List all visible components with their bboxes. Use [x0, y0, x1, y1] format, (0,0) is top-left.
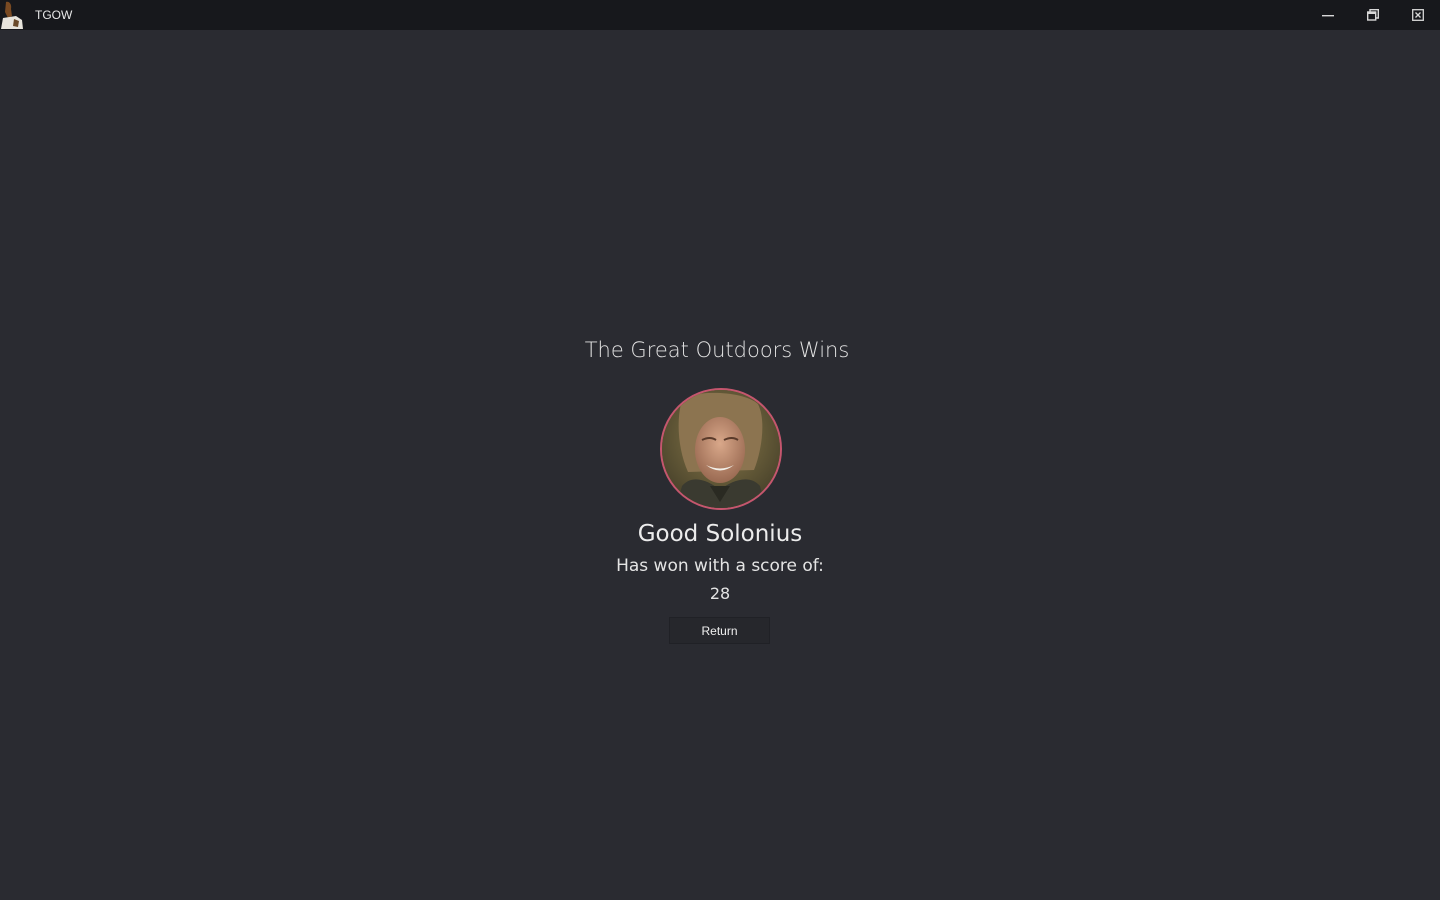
score-caption: Has won with a score of: [616, 556, 824, 576]
app-logo-icon [0, 0, 26, 30]
winner-name: Good Solonius [637, 521, 803, 547]
close-icon [1411, 9, 1424, 21]
window-titlebar: TGOW [0, 0, 1440, 30]
restore-button[interactable] [1350, 0, 1395, 30]
restore-icon [1366, 9, 1379, 21]
avatar-portrait-image [662, 390, 780, 508]
close-button[interactable] [1395, 0, 1440, 30]
score-value: 28 [709, 584, 731, 603]
winner-avatar [660, 388, 782, 510]
minimize-button[interactable] [1305, 0, 1350, 30]
results-screen: The Great Outdoors Wins Good Solonius Ha… [0, 30, 1440, 900]
return-button[interactable]: Return [669, 617, 770, 644]
winner-headline: The Great Outdoors Wins [584, 338, 850, 362]
minimize-icon [1321, 9, 1334, 21]
window-title: TGOW [35, 8, 73, 22]
